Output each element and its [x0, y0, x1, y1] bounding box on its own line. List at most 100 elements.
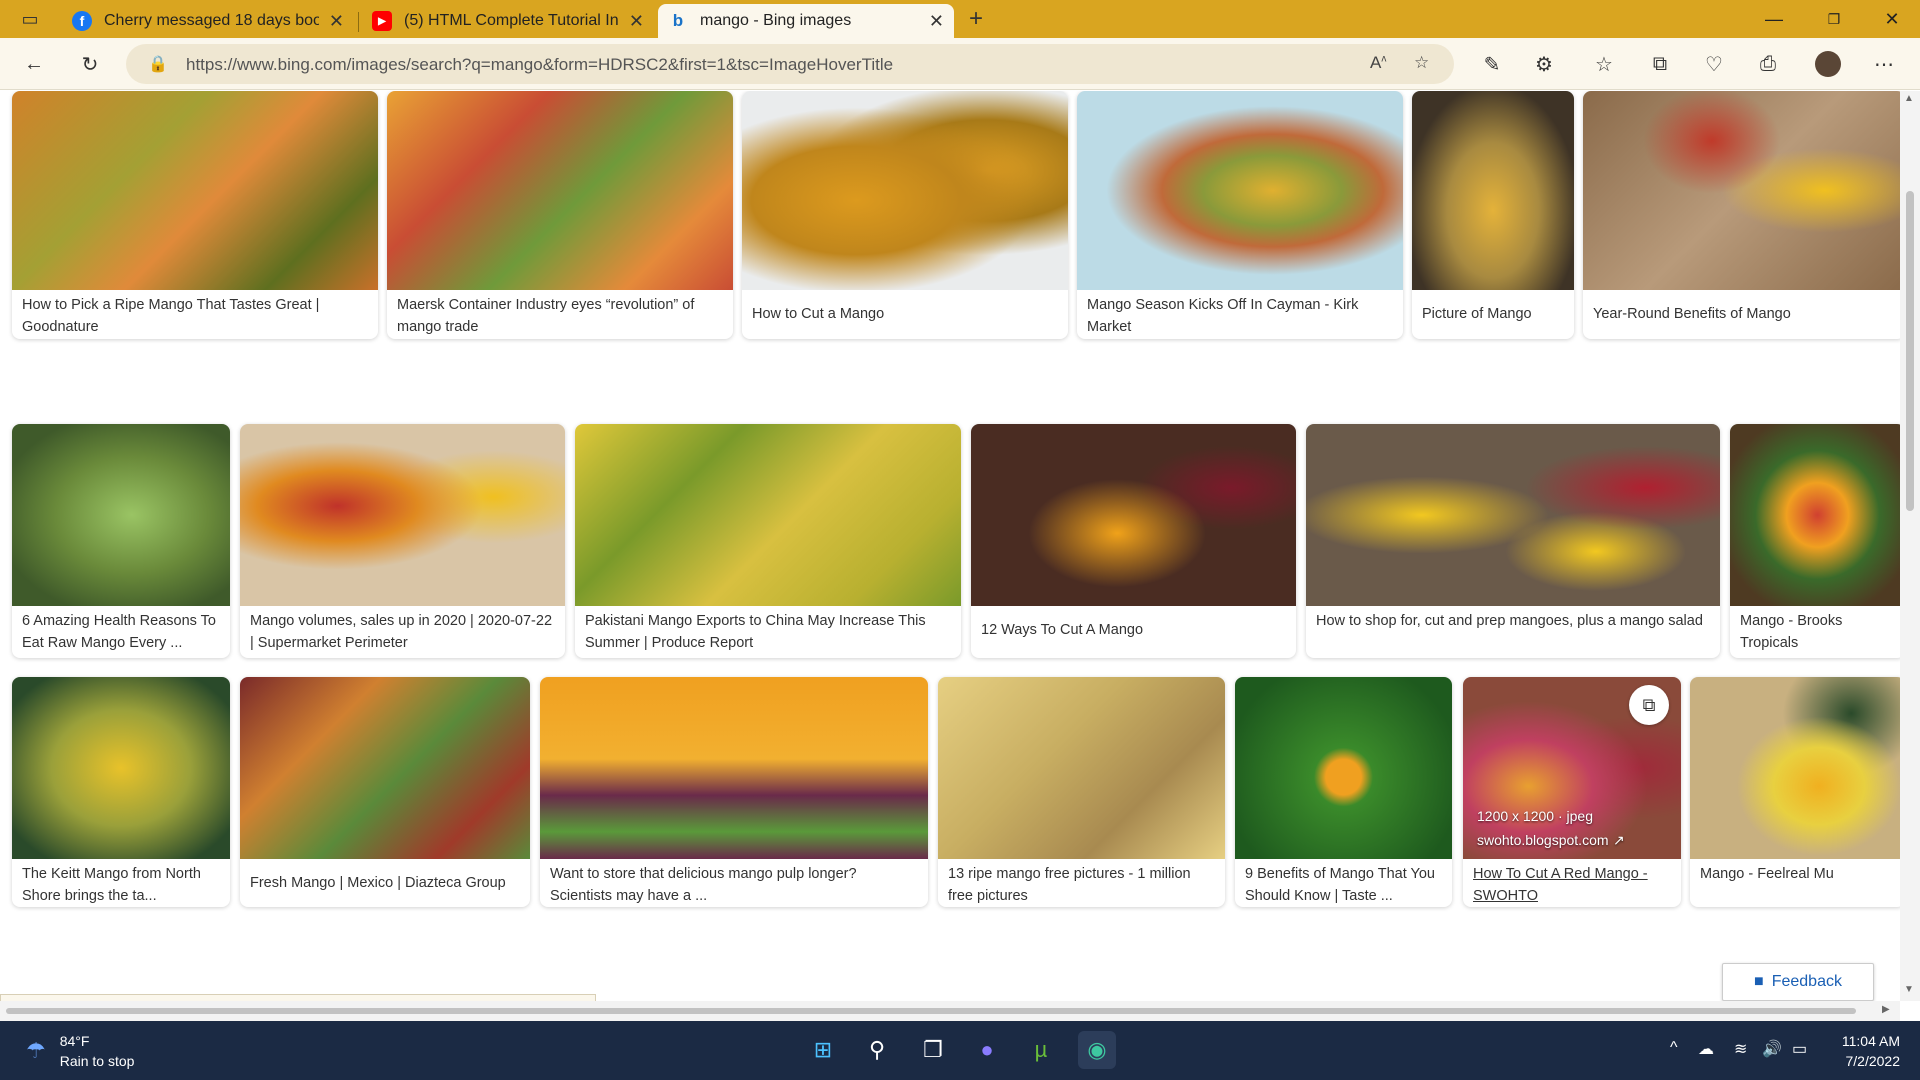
- result-image[interactable]: [742, 91, 1068, 290]
- add-favorite-icon[interactable]: ☆: [1414, 53, 1429, 73]
- tab-actions-icon[interactable]: ▭: [12, 0, 48, 38]
- result-image[interactable]: [1306, 424, 1720, 606]
- result-caption[interactable]: Want to store that delicious mango pulp …: [550, 863, 920, 907]
- horizontal-scrollbar[interactable]: ▶: [0, 1001, 1900, 1021]
- result-caption[interactable]: Mango - Brooks Tropicals: [1740, 610, 1897, 654]
- lock-icon[interactable]: 🔒: [148, 54, 168, 74]
- result-card[interactable]: Mango - Feelreal Mu: [1690, 677, 1900, 907]
- result-caption[interactable]: 9 Benefits of Mango That You Should Know…: [1245, 863, 1444, 907]
- new-tab-button[interactable]: +: [958, 0, 994, 38]
- result-image[interactable]: [12, 677, 230, 859]
- screenshot-icon[interactable]: ⎙: [1750, 46, 1786, 82]
- back-arrow-icon[interactable]: ←: [16, 46, 52, 82]
- result-image[interactable]: [1235, 677, 1452, 859]
- scroll-right-icon[interactable]: ▶: [1882, 1004, 1890, 1015]
- result-caption[interactable]: 13 ripe mango free pictures - 1 million …: [948, 863, 1217, 907]
- close-tab-icon[interactable]: ✕: [329, 11, 344, 32]
- result-card[interactable]: Want to store that delicious mango pulp …: [540, 677, 928, 907]
- tab-youtube[interactable]: ▶ (5) HTML Complete Tutorial In Nepali ✕: [362, 4, 654, 38]
- chat-icon[interactable]: ●: [968, 1031, 1006, 1069]
- utorrent-icon[interactable]: µ: [1022, 1031, 1060, 1069]
- scroll-up-icon[interactable]: ▲: [1904, 93, 1914, 104]
- more-menu-icon[interactable]: ⋯: [1866, 46, 1902, 82]
- result-caption[interactable]: How to Pick a Ripe Mango That Tastes Gre…: [22, 294, 370, 338]
- weather-widget[interactable]: ☂ 84°F Rain to stop: [26, 1031, 134, 1071]
- search-icon[interactable]: ⚲: [858, 1031, 896, 1069]
- result-caption[interactable]: 6 Amazing Health Reasons To Eat Raw Mang…: [22, 610, 222, 654]
- result-card[interactable]: Mango - Brooks Tropicals: [1730, 424, 1900, 658]
- close-tab-icon[interactable]: ✕: [629, 11, 644, 32]
- result-image[interactable]: [1412, 91, 1574, 290]
- battery-icon[interactable]: ▭: [1792, 1039, 1807, 1059]
- result-image[interactable]: [240, 677, 530, 859]
- maximize-icon[interactable]: ❐: [1806, 0, 1862, 38]
- result-card[interactable]: Fresh Mango | Mexico | Diazteca Group: [240, 677, 530, 907]
- result-image[interactable]: [575, 424, 961, 606]
- url-text[interactable]: https://www.bing.com/images/search?q=man…: [186, 55, 893, 75]
- extension-icon[interactable]: ✎: [1474, 46, 1510, 82]
- minimize-icon[interactable]: —: [1746, 0, 1802, 38]
- external-link-icon[interactable]: ↗: [1613, 832, 1625, 849]
- edge-browser-icon[interactable]: ◉: [1078, 1031, 1116, 1069]
- result-caption[interactable]: Year-Round Benefits of Mango: [1593, 303, 1897, 325]
- result-image[interactable]: [12, 91, 378, 290]
- result-image[interactable]: [1690, 677, 1900, 859]
- result-image[interactable]: [1077, 91, 1403, 290]
- result-card[interactable]: How to Pick a Ripe Mango That Tastes Gre…: [12, 91, 378, 339]
- result-card[interactable]: 6 Amazing Health Reasons To Eat Raw Mang…: [12, 424, 230, 658]
- vertical-scrollbar[interactable]: ▲ ▼: [1900, 91, 1920, 1001]
- result-image[interactable]: [387, 91, 733, 290]
- result-caption[interactable]: How to shop for, cut and prep mangoes, p…: [1316, 610, 1712, 632]
- close-window-icon[interactable]: ✕: [1864, 0, 1920, 38]
- extensions-puzzle-icon[interactable]: ⚙: [1526, 46, 1562, 82]
- scrollbar-thumb[interactable]: [6, 1008, 1856, 1014]
- result-image[interactable]: [938, 677, 1225, 859]
- result-caption[interactable]: Picture of Mango: [1422, 303, 1566, 325]
- result-caption[interactable]: Mango volumes, sales up in 2020 | 2020-0…: [250, 610, 557, 654]
- result-caption[interactable]: Mango Season Kicks Off In Cayman - Kirk …: [1087, 294, 1395, 338]
- scrollbar-thumb[interactable]: [1906, 191, 1914, 511]
- result-card[interactable]: Mango volumes, sales up in 2020 | 2020-0…: [240, 424, 565, 658]
- result-card[interactable]: 12 Ways To Cut A Mango: [971, 424, 1296, 658]
- start-windows-icon[interactable]: ⊞: [804, 1031, 842, 1069]
- profile-avatar[interactable]: [1810, 46, 1846, 82]
- result-image[interactable]: [1730, 424, 1900, 606]
- image-source-link[interactable]: swohto.blogspot.com: [1477, 832, 1609, 848]
- expand-icon[interactable]: ⧉: [1629, 685, 1669, 725]
- result-caption[interactable]: How To Cut A Red Mango - SWOHTO: [1473, 863, 1673, 907]
- result-caption[interactable]: The Keitt Mango from North Shore brings …: [22, 863, 222, 907]
- close-tab-icon[interactable]: ✕: [929, 11, 944, 32]
- result-image[interactable]: [12, 424, 230, 606]
- heart-icon[interactable]: ♡: [1696, 46, 1732, 82]
- result-caption[interactable]: Pakistani Mango Exports to China May Inc…: [585, 610, 953, 654]
- result-caption[interactable]: Mango - Feelreal Mu: [1700, 863, 1897, 885]
- scroll-down-icon[interactable]: ▼: [1904, 984, 1914, 995]
- result-image[interactable]: [240, 424, 565, 606]
- result-image[interactable]: [1583, 91, 1900, 290]
- system-clock[interactable]: 11:04 AM 7/2/2022: [1830, 1031, 1900, 1071]
- tab-bing-images[interactable]: b mango - Bing images ✕: [658, 4, 954, 38]
- result-card[interactable]: How to shop for, cut and prep mangoes, p…: [1306, 424, 1720, 658]
- result-card[interactable]: Pakistani Mango Exports to China May Inc…: [575, 424, 961, 658]
- chevron-up-icon[interactable]: ^: [1670, 1039, 1678, 1057]
- refresh-icon[interactable]: ↻: [72, 46, 108, 82]
- address-bar[interactable]: 🔒 https://www.bing.com/images/search?q=m…: [126, 44, 1454, 84]
- result-card[interactable]: Maersk Container Industry eyes “revoluti…: [387, 91, 733, 339]
- wifi-icon[interactable]: ≋: [1734, 1039, 1747, 1059]
- task-view-icon[interactable]: ❐: [914, 1031, 952, 1069]
- collections-icon[interactable]: ⧉: [1642, 46, 1678, 82]
- result-caption[interactable]: Maersk Container Industry eyes “revoluti…: [397, 294, 725, 338]
- favorites-icon[interactable]: ☆: [1586, 46, 1622, 82]
- result-card[interactable]: How to Cut a Mango: [742, 91, 1068, 339]
- onedrive-cloud-icon[interactable]: ☁: [1698, 1039, 1714, 1059]
- read-aloud-icon[interactable]: Aʌ: [1370, 53, 1386, 73]
- result-card[interactable]: Year-Round Benefits of Mango: [1583, 91, 1900, 339]
- result-caption[interactable]: 12 Ways To Cut A Mango: [981, 619, 1288, 641]
- tab-facebook[interactable]: f Cherry messaged 18 days bootcamp ✕: [62, 4, 354, 38]
- result-card[interactable]: Mango Season Kicks Off In Cayman - Kirk …: [1077, 91, 1403, 339]
- result-card-hovered[interactable]: ⧉ 1200 x 1200 · jpeg swohto.blogspot.com…: [1463, 677, 1681, 907]
- feedback-button[interactable]: ■ Feedback: [1722, 963, 1874, 1001]
- result-card[interactable]: 9 Benefits of Mango That You Should Know…: [1235, 677, 1452, 907]
- result-card[interactable]: 13 ripe mango free pictures - 1 million …: [938, 677, 1225, 907]
- result-image[interactable]: [540, 677, 928, 859]
